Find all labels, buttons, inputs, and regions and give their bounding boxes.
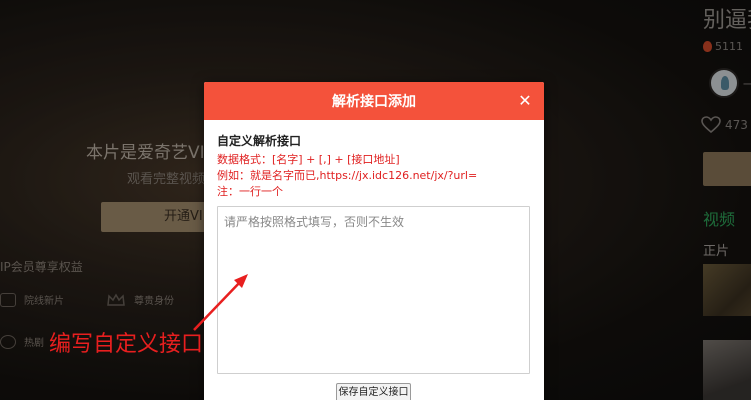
custom-api-input[interactable]	[217, 206, 530, 374]
dialog-title: 解析接口添加	[332, 94, 416, 110]
close-icon[interactable]: ✕	[516, 92, 534, 110]
save-custom-api-button[interactable]: 保存自定义接口	[336, 383, 411, 400]
dialog-header: 解析接口添加 ✕	[204, 82, 544, 120]
note-hint: 注：一行一个	[217, 185, 283, 198]
example-hint: 例如：就是名字而已,https://jx.idc126.net/jx/?url=	[217, 169, 478, 182]
annotation-label: 编写自定义接口	[49, 332, 204, 357]
section-title: 自定义解析接口	[217, 134, 302, 148]
parse-api-dialog: 解析接口添加 ✕ 自定义解析接口 数据格式：[名字] + [,] + [接口地址…	[204, 82, 544, 400]
dialog-body: 自定义解析接口 数据格式：[名字] + [,] + [接口地址] 例如：就是名字…	[204, 120, 544, 374]
format-hint: 数据格式：[名字] + [,] + [接口地址]	[217, 153, 400, 166]
